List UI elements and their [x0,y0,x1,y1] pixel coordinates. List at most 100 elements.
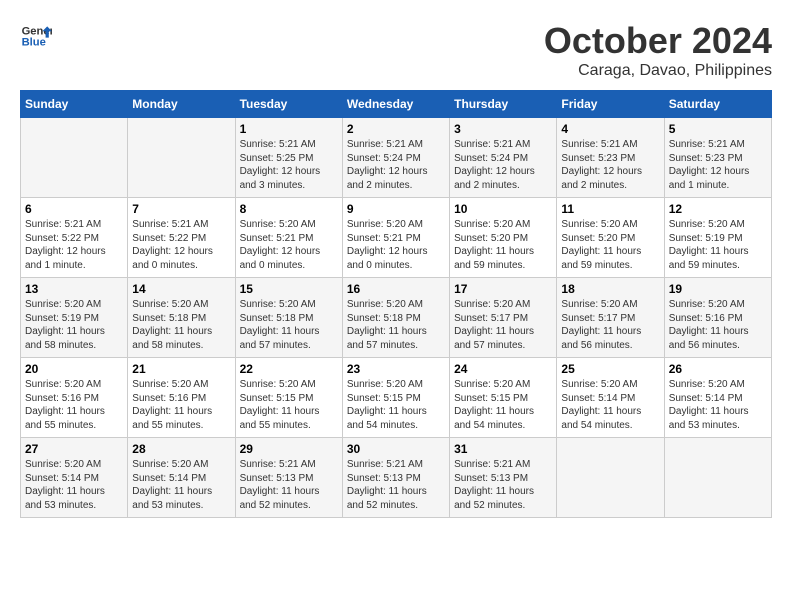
day-detail: Sunrise: 5:21 AM Sunset: 5:24 PM Dayligh… [454,138,552,192]
day-detail: Sunrise: 5:20 AM Sunset: 5:21 PM Dayligh… [347,218,445,272]
calendar-day: 1 Sunrise: 5:21 AM Sunset: 5:25 PM Daylig… [235,118,342,198]
calendar-day: 14 Sunrise: 5:20 AM Sunset: 5:18 PM Dayli… [128,278,235,358]
calendar-day: 3 Sunrise: 5:21 AM Sunset: 5:24 PM Daylig… [450,118,557,198]
calendar-day: 30 Sunrise: 5:21 AM Sunset: 5:13 PM Dayli… [342,438,449,518]
day-number: 24 [454,362,552,376]
day-detail: Sunrise: 5:20 AM Sunset: 5:15 PM Dayligh… [347,378,445,432]
day-number: 6 [25,202,123,216]
day-detail: Sunrise: 5:21 AM Sunset: 5:23 PM Dayligh… [561,138,659,192]
svg-text:Blue: Blue [22,37,46,49]
calendar-day: 28Sunrise: 5:20 AM Sunset: 5:14 PM Dayli… [128,438,235,518]
day-detail: Sunrise: 5:20 AM Sunset: 5:17 PM Dayligh… [561,298,659,352]
day-number: 13 [25,282,123,296]
day-number: 4 [561,122,659,136]
calendar-day: 13 Sunrise: 5:20 AM Sunset: 5:19 PM Dayli… [21,278,128,358]
location-subtitle: Caraga, Davao, Philippines [544,62,772,80]
calendar-day: 16Sunrise: 5:20 AM Sunset: 5:18 PM Dayli… [342,278,449,358]
calendar-day: 18Sunrise: 5:20 AM Sunset: 5:17 PM Dayli… [557,278,664,358]
logo-icon: General Blue [20,20,52,52]
calendar-table: SundayMondayTuesdayWednesdayThursdayFrid… [20,90,772,518]
calendar-week-5: 27 Sunrise: 5:20 AM Sunset: 5:14 PM Dayli… [21,438,772,518]
day-detail: Sunrise: 5:20 AM Sunset: 5:18 PM Dayligh… [347,298,445,352]
calendar-day: 27 Sunrise: 5:20 AM Sunset: 5:14 PM Dayli… [21,438,128,518]
calendar-day: 11 Sunrise: 5:20 AM Sunset: 5:20 PM Dayli… [557,198,664,278]
calendar-day: 9Sunrise: 5:20 AM Sunset: 5:21 PM Daylig… [342,198,449,278]
day-number: 7 [132,202,230,216]
day-detail: Sunrise: 5:21 AM Sunset: 5:25 PM Dayligh… [240,138,338,192]
calendar-header-row: SundayMondayTuesdayWednesdayThursdayFrid… [21,91,772,118]
calendar-week-2: 6 Sunrise: 5:21 AM Sunset: 5:22 PM Daylig… [21,198,772,278]
day-detail: Sunrise: 5:20 AM Sunset: 5:17 PM Dayligh… [454,298,552,352]
day-number: 8 [240,202,338,216]
day-detail: Sunrise: 5:20 AM Sunset: 5:15 PM Dayligh… [454,378,552,432]
day-number: 3 [454,122,552,136]
day-detail: Sunrise: 5:20 AM Sunset: 5:19 PM Dayligh… [669,218,767,272]
day-number: 1 [240,122,338,136]
logo: General Blue [20,20,52,52]
day-number: 12 [669,202,767,216]
day-number: 14 [132,282,230,296]
day-number: 2 [347,122,445,136]
day-number: 27 [25,442,123,456]
calendar-day: 19 Sunrise: 5:20 AM Sunset: 5:16 PM Dayli… [664,278,771,358]
day-detail: Sunrise: 5:20 AM Sunset: 5:16 PM Dayligh… [25,378,123,432]
calendar-day: 4 Sunrise: 5:21 AM Sunset: 5:23 PM Daylig… [557,118,664,198]
day-detail: Sunrise: 5:20 AM Sunset: 5:14 PM Dayligh… [25,458,123,512]
day-detail: Sunrise: 5:20 AM Sunset: 5:14 PM Dayligh… [669,378,767,432]
calendar-day: 24 Sunrise: 5:20 AM Sunset: 5:15 PM Dayli… [450,358,557,438]
day-number: 19 [669,282,767,296]
page-header: General Blue October 2024 Caraga, Davao,… [20,20,772,80]
calendar-day: 15 Sunrise: 5:20 AM Sunset: 5:18 PM Dayli… [235,278,342,358]
day-number: 30 [347,442,445,456]
day-detail: Sunrise: 5:20 AM Sunset: 5:16 PM Dayligh… [669,298,767,352]
day-number: 17 [454,282,552,296]
day-detail: Sunrise: 5:21 AM Sunset: 5:13 PM Dayligh… [347,458,445,512]
calendar-day: 8Sunrise: 5:20 AM Sunset: 5:21 PM Daylig… [235,198,342,278]
calendar-day [128,118,235,198]
day-detail: Sunrise: 5:21 AM Sunset: 5:22 PM Dayligh… [132,218,230,272]
day-detail: Sunrise: 5:21 AM Sunset: 5:24 PM Dayligh… [347,138,445,192]
day-number: 11 [561,202,659,216]
day-number: 28 [132,442,230,456]
day-number: 10 [454,202,552,216]
day-detail: Sunrise: 5:20 AM Sunset: 5:14 PM Dayligh… [561,378,659,432]
calendar-day: 10Sunrise: 5:20 AM Sunset: 5:20 PM Dayli… [450,198,557,278]
day-detail: Sunrise: 5:20 AM Sunset: 5:20 PM Dayligh… [561,218,659,272]
calendar-day: 5 Sunrise: 5:21 AM Sunset: 5:23 PM Daylig… [664,118,771,198]
header-wednesday: Wednesday [342,91,449,118]
day-number: 25 [561,362,659,376]
calendar-day: 20 Sunrise: 5:20 AM Sunset: 5:16 PM Dayli… [21,358,128,438]
header-thursday: Thursday [450,91,557,118]
calendar-day: 17 Sunrise: 5:20 AM Sunset: 5:17 PM Dayli… [450,278,557,358]
day-number: 22 [240,362,338,376]
day-detail: Sunrise: 5:20 AM Sunset: 5:15 PM Dayligh… [240,378,338,432]
calendar-day: 26 Sunrise: 5:20 AM Sunset: 5:14 PM Dayli… [664,358,771,438]
day-number: 20 [25,362,123,376]
calendar-day: 23Sunrise: 5:20 AM Sunset: 5:15 PM Dayli… [342,358,449,438]
day-detail: Sunrise: 5:20 AM Sunset: 5:19 PM Dayligh… [25,298,123,352]
header-tuesday: Tuesday [235,91,342,118]
day-number: 21 [132,362,230,376]
calendar-body: 1 Sunrise: 5:21 AM Sunset: 5:25 PM Daylig… [21,118,772,518]
day-number: 26 [669,362,767,376]
calendar-day: 12 Sunrise: 5:20 AM Sunset: 5:19 PM Dayli… [664,198,771,278]
calendar-day: 7 Sunrise: 5:21 AM Sunset: 5:22 PM Daylig… [128,198,235,278]
header-saturday: Saturday [664,91,771,118]
title-block: October 2024 Caraga, Davao, Philippines [544,20,772,80]
day-number: 5 [669,122,767,136]
day-detail: Sunrise: 5:20 AM Sunset: 5:16 PM Dayligh… [132,378,230,432]
day-detail: Sunrise: 5:20 AM Sunset: 5:18 PM Dayligh… [240,298,338,352]
header-friday: Friday [557,91,664,118]
month-title: October 2024 [544,20,772,62]
calendar-day: 21 Sunrise: 5:20 AM Sunset: 5:16 PM Dayli… [128,358,235,438]
calendar-day: 29Sunrise: 5:21 AM Sunset: 5:13 PM Dayli… [235,438,342,518]
day-detail: Sunrise: 5:21 AM Sunset: 5:23 PM Dayligh… [669,138,767,192]
calendar-day: 31Sunrise: 5:21 AM Sunset: 5:13 PM Dayli… [450,438,557,518]
header-sunday: Sunday [21,91,128,118]
day-number: 15 [240,282,338,296]
day-detail: Sunrise: 5:20 AM Sunset: 5:18 PM Dayligh… [132,298,230,352]
calendar-week-1: 1 Sunrise: 5:21 AM Sunset: 5:25 PM Daylig… [21,118,772,198]
day-number: 31 [454,442,552,456]
calendar-week-3: 13 Sunrise: 5:20 AM Sunset: 5:19 PM Dayli… [21,278,772,358]
day-detail: Sunrise: 5:21 AM Sunset: 5:22 PM Dayligh… [25,218,123,272]
